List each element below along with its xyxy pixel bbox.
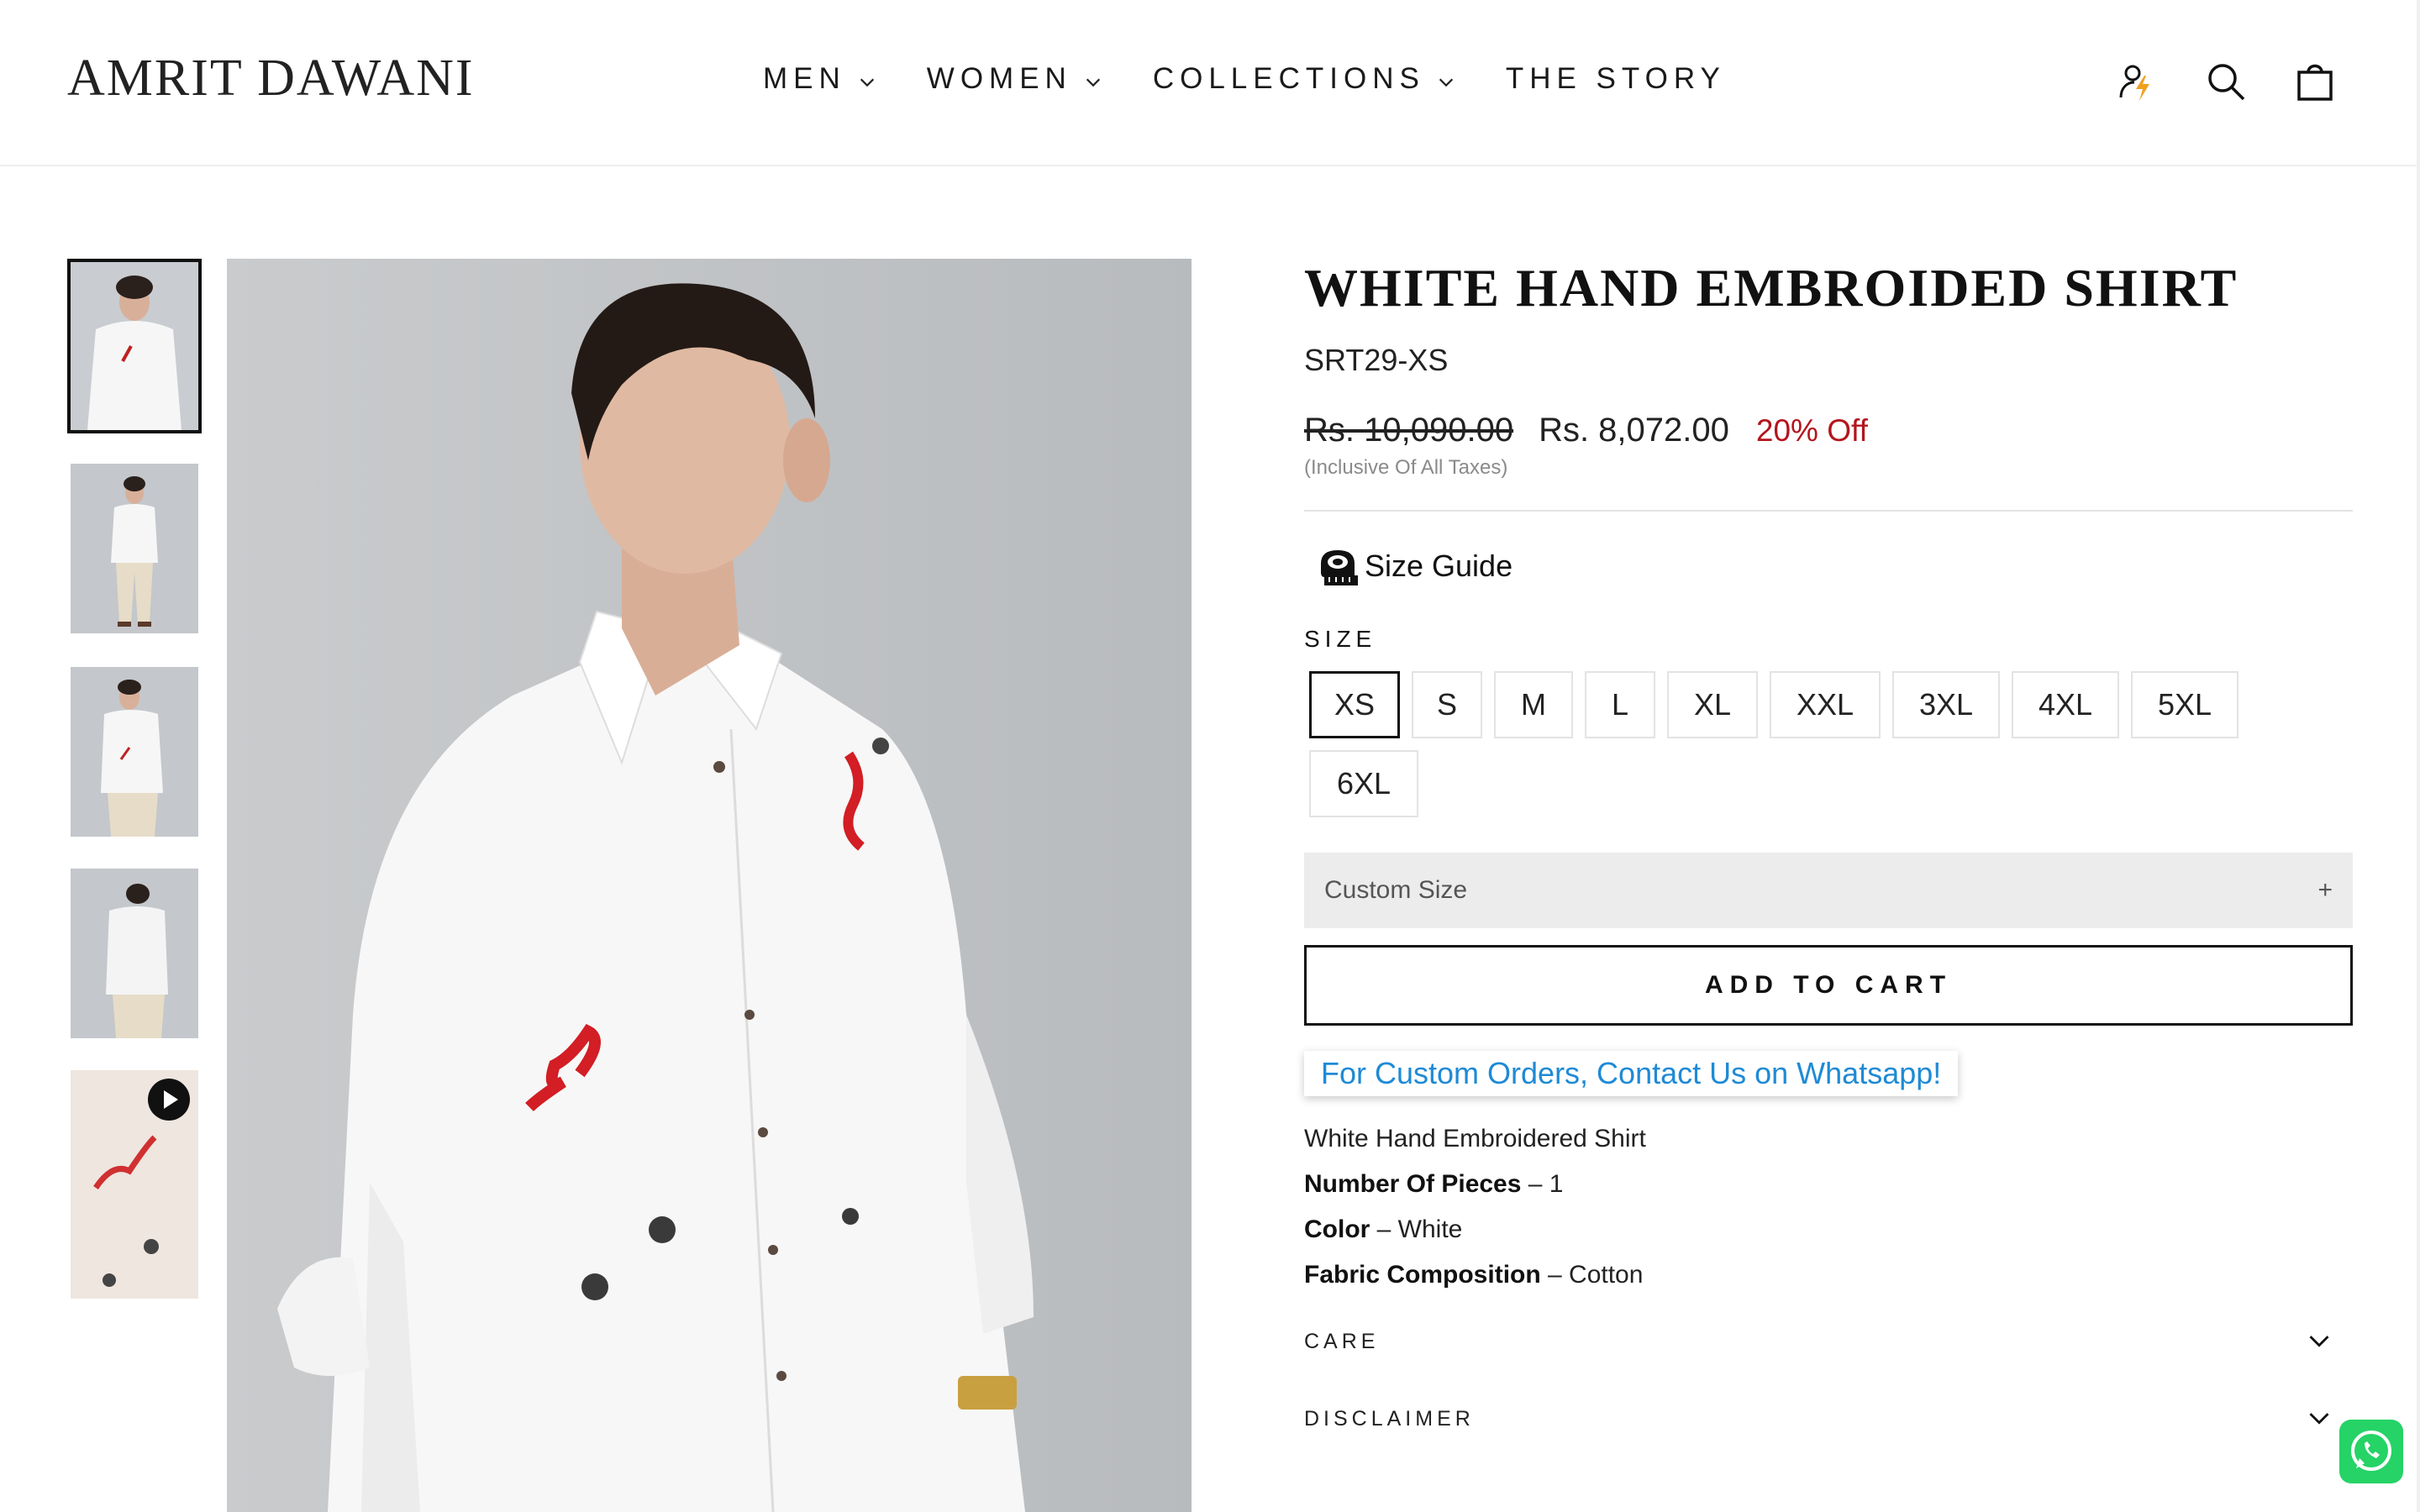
size-guide-link[interactable]: Size Guide: [1316, 543, 2353, 589]
thumbnail-4[interactable]: [71, 869, 198, 1038]
size-option-xl[interactable]: XL: [1667, 671, 1758, 738]
chevron-down-icon: [2309, 1336, 2329, 1347]
main-product-image[interactable]: [227, 259, 1192, 1512]
add-to-cart-button[interactable]: ADD TO CART: [1304, 945, 2353, 1026]
product-sku: SRT29-XS: [1304, 343, 1449, 377]
size-option-l[interactable]: L: [1585, 671, 1655, 738]
brand-logo[interactable]: AMRIT DAWANI: [67, 49, 475, 108]
size-options: XS S M L XL XXL 3XL 4XL 5XL 6XL: [1304, 671, 2312, 817]
disclaimer-accordion[interactable]: DISCLAIMER: [1304, 1380, 2353, 1457]
size-label: SIZE: [1304, 626, 1377, 652]
nav-item-label: COLLECTIONS: [1152, 62, 1425, 95]
main-nav: MEN WOMEN COLLECTIONS THE STORY: [763, 62, 1726, 96]
thumbnail-3[interactable]: [71, 667, 198, 837]
size-option-xxl[interactable]: XXL: [1770, 671, 1881, 738]
thumbnail-1[interactable]: [67, 259, 202, 433]
thumbnail-5-video[interactable]: [71, 1070, 198, 1299]
plus-icon: +: [2317, 876, 2333, 904]
search-icon[interactable]: [2205, 60, 2247, 102]
size-option-s[interactable]: S: [1412, 671, 1482, 738]
product-title: WHITE HAND EMBROIDED SHIRT: [1304, 258, 2238, 318]
size-option-3xl[interactable]: 3XL: [1892, 671, 2000, 738]
size-option-5xl[interactable]: 5XL: [2131, 671, 2238, 738]
description-pieces: Number Of Pieces – 1: [1304, 1170, 1564, 1198]
play-icon[interactable]: [148, 1079, 190, 1121]
tax-note: (Inclusive Of All Taxes): [1304, 456, 1508, 479]
product-description: White Hand Embroidered Shirt Number Of P…: [1304, 1116, 2353, 1298]
care-accordion[interactable]: CARE: [1304, 1303, 2353, 1380]
size-option-m[interactable]: M: [1494, 671, 1573, 738]
chevron-down-icon: [860, 78, 874, 87]
size-option-xs[interactable]: XS: [1309, 671, 1400, 738]
nav-item-women[interactable]: WOMEN: [927, 62, 1102, 96]
custom-size-toggle[interactable]: Custom Size +: [1304, 853, 2353, 928]
product-info: WHITE HAND EMBROIDED SHIRT SRT29-XS Rs. …: [1304, 252, 2353, 1457]
whatsapp-custom-order-link[interactable]: For Custom Orders, Contact Us on Whatsap…: [1304, 1051, 1959, 1096]
thumbnail-2[interactable]: [71, 464, 198, 633]
nav-item-label: WOMEN: [926, 62, 1072, 95]
whatsapp-float-button[interactable]: [2339, 1420, 2403, 1483]
site-header: AMRIT DAWANI MEN WOMEN COLLECTIONS THE S…: [0, 0, 2420, 166]
account-icon[interactable]: [2116, 60, 2158, 102]
measuring-tape-icon: [1321, 550, 1358, 585]
size-guide-label: Size Guide: [1365, 549, 1513, 583]
sale-price: Rs. 8,072.00: [1539, 412, 1729, 449]
size-option-4xl[interactable]: 4XL: [2012, 671, 2119, 738]
description-fabric: Fabric Composition – Cotton: [1304, 1261, 1644, 1289]
nav-item-collections[interactable]: COLLECTIONS: [1153, 62, 1455, 96]
accordion-label: DISCLAIMER: [1304, 1406, 1475, 1431]
scrollbar[interactable]: [2417, 0, 2420, 1512]
custom-size-label: Custom Size: [1324, 876, 1468, 904]
whatsapp-icon: [2351, 1431, 2391, 1471]
header-icons: [2116, 60, 2336, 102]
old-price: Rs. 10,090.00: [1304, 412, 1514, 449]
description-color: Color – White: [1304, 1215, 1463, 1243]
chevron-down-icon: [1086, 78, 1100, 87]
description-name: White Hand Embroidered Shirt: [1304, 1125, 1646, 1152]
nav-item-label: THE STORY: [1505, 62, 1726, 95]
divider: [1304, 510, 2353, 512]
nav-item-men[interactable]: MEN: [763, 62, 876, 96]
nav-item-the-story[interactable]: THE STORY: [1506, 62, 1726, 96]
price-row: Rs. 10,090.00 Rs. 8,072.00 20% Off: [1304, 412, 2353, 449]
cart-icon[interactable]: [2294, 60, 2336, 102]
accordion-label: CARE: [1304, 1329, 1380, 1353]
chevron-down-icon: [2309, 1413, 2329, 1425]
nav-item-label: MEN: [763, 62, 846, 95]
discount-badge: 20% Off: [1755, 413, 1868, 448]
chevron-down-icon: [1439, 78, 1453, 87]
size-option-6xl[interactable]: 6XL: [1309, 750, 1418, 817]
